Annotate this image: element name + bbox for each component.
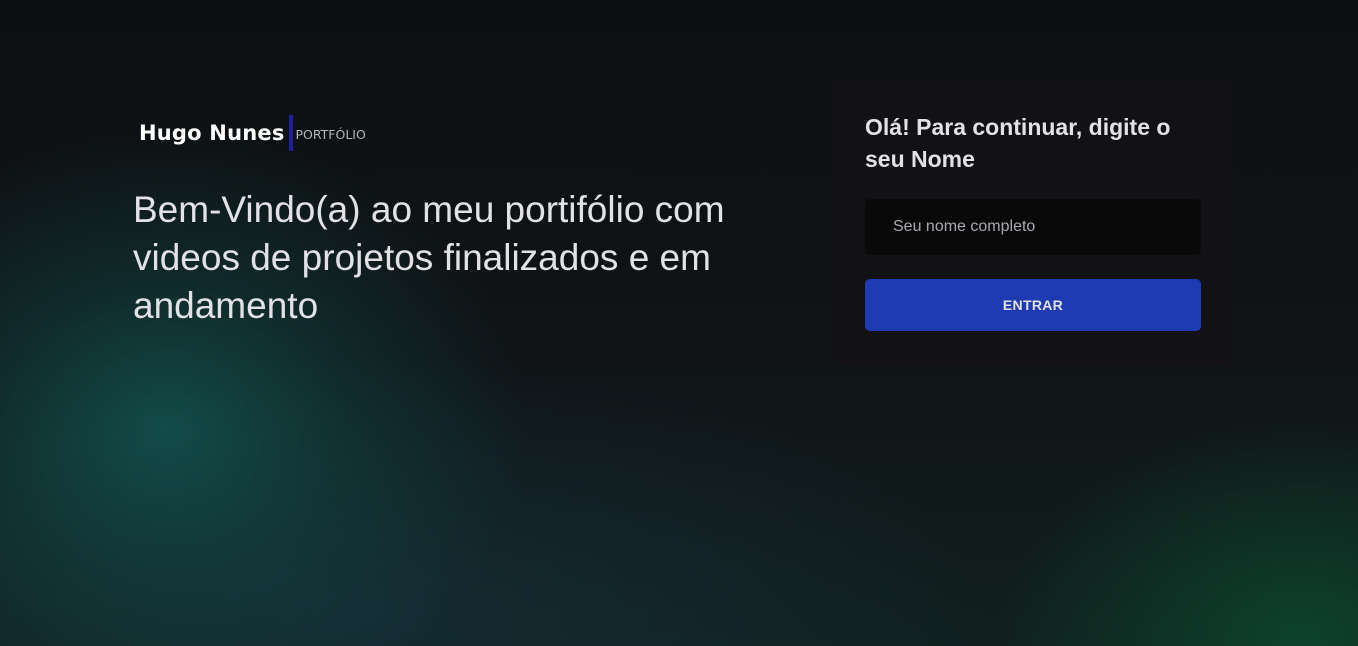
name-input[interactable] (865, 199, 1201, 255)
login-card: Olá! Para continuar, digite o seu Nome E… (833, 79, 1233, 365)
hero-headline: Bem-Vindo(a) ao meu portifólio com video… (133, 189, 725, 326)
brand-divider (288, 115, 293, 151)
brand-logo: Hugo Nunes PORTFÓLIO (139, 114, 366, 152)
brand-tag: PORTFÓLIO (295, 126, 366, 142)
brand-name: Hugo Nunes (139, 121, 285, 145)
login-title: Olá! Para continuar, digite o seu Nome (865, 114, 1171, 172)
enter-button[interactable]: ENTRAR (865, 279, 1201, 331)
